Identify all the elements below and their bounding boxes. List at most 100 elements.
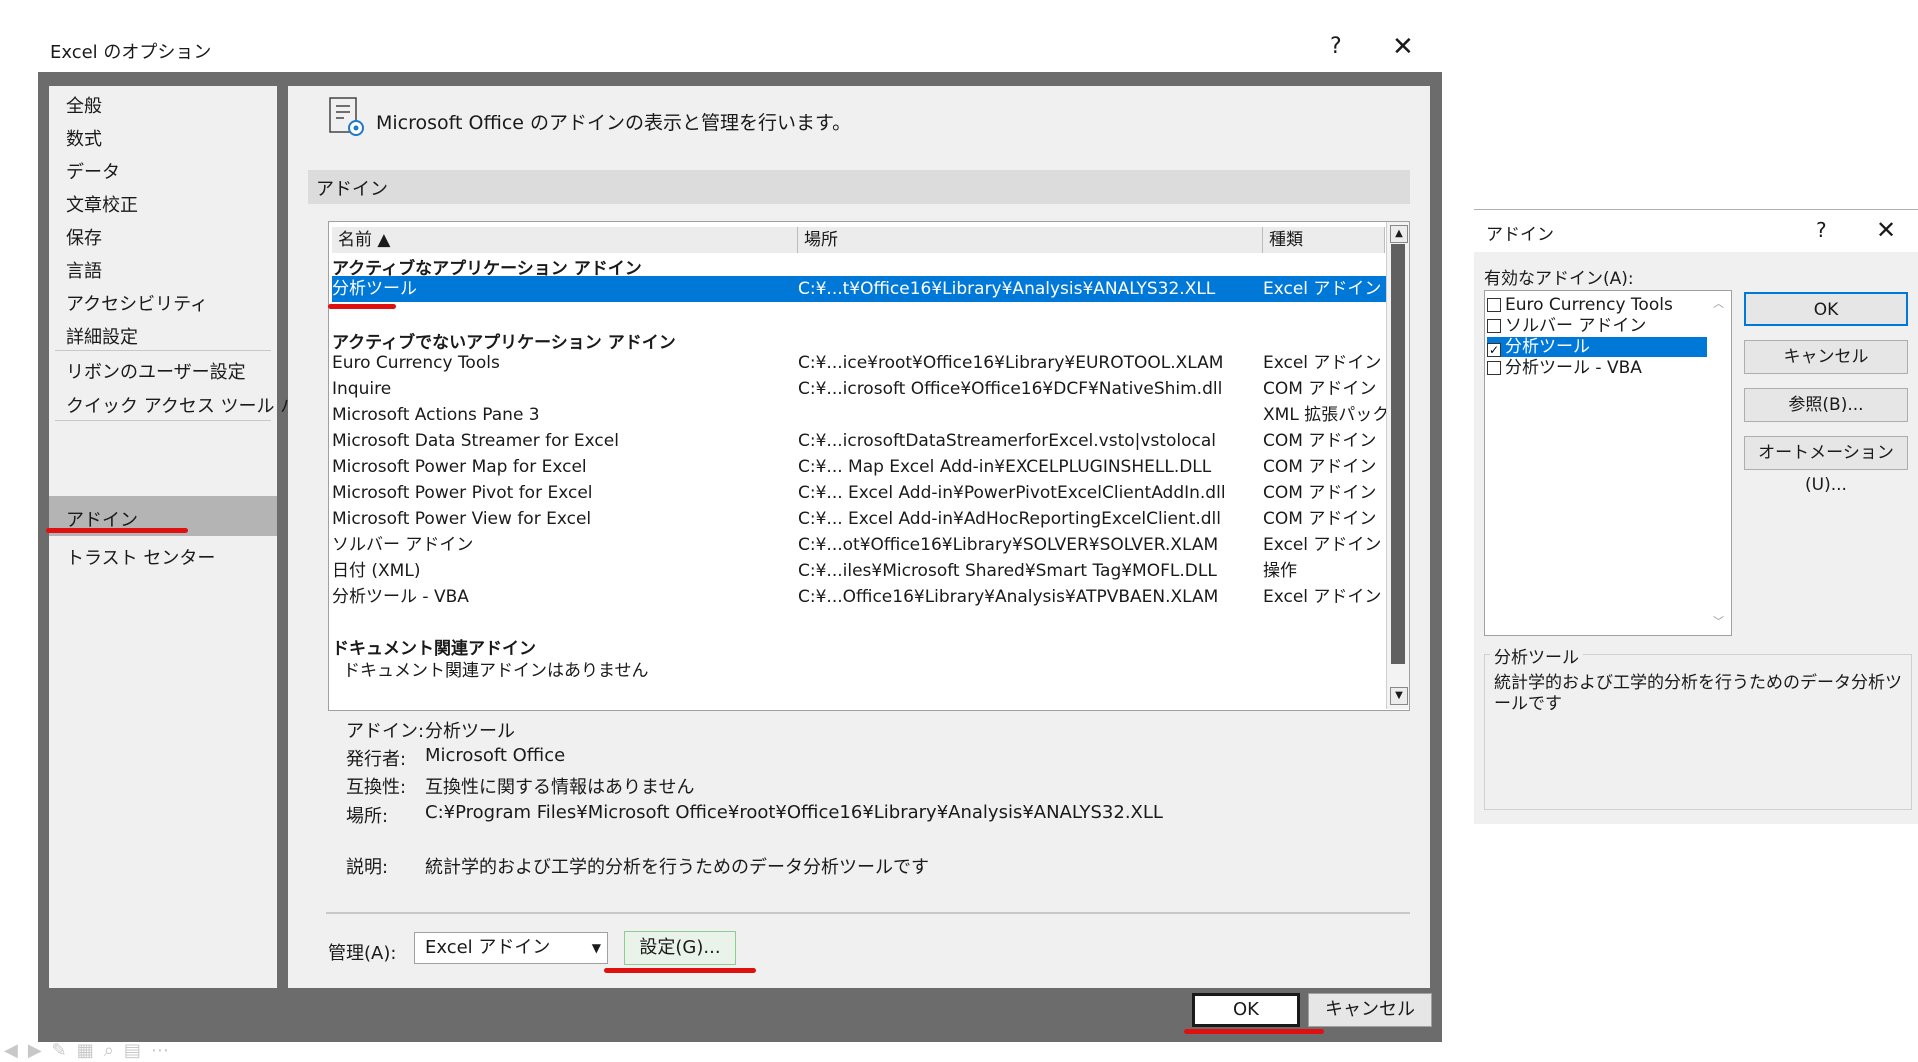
sidebar-item-trust-center[interactable]: トラスト センター bbox=[66, 544, 215, 570]
checkbox[interactable] bbox=[1487, 319, 1501, 333]
cell-type: COM アドイン bbox=[1263, 379, 1377, 399]
cell-location: C:¥...Office16¥Library¥Analysis¥ATPVBAEN… bbox=[798, 587, 1219, 607]
group-header-document: ドキュメント関連アドイン bbox=[332, 639, 536, 659]
cell-name: 分析ツール - VBA bbox=[332, 587, 469, 607]
cell-type: COM アドイン bbox=[1263, 509, 1377, 529]
help-icon[interactable]: ? bbox=[1330, 34, 1342, 59]
detail-publisher-value: Microsoft Office bbox=[425, 745, 566, 766]
cell-name: Microsoft Actions Pane 3 bbox=[332, 405, 540, 425]
cell-location: C:¥...iles¥Microsoft Shared¥Smart Tag¥MO… bbox=[798, 561, 1217, 581]
manage-label: 管理(A): bbox=[328, 943, 397, 964]
detail-addin-value: 分析ツール bbox=[425, 721, 515, 742]
sidebar-item-general[interactable]: 全般 bbox=[66, 92, 102, 118]
sidebar-item-accessibility[interactable]: アクセシビリティ bbox=[66, 290, 208, 316]
cell-name: Microsoft Data Streamer for Excel bbox=[332, 431, 619, 451]
list-item[interactable]: ✓ 分析ツール bbox=[1487, 337, 1707, 357]
addins-dialog-title: アドイン bbox=[1486, 225, 1554, 245]
table-row[interactable]: 分析ツール - VBA C:¥...Office16¥Library¥Analys… bbox=[332, 584, 1386, 610]
sidebar-item-advanced[interactable]: 詳細設定 bbox=[66, 323, 138, 349]
sidebar-item-customize-ribbon[interactable]: リボンのユーザー設定 bbox=[66, 358, 246, 384]
list-item[interactable]: Euro Currency Tools bbox=[1487, 295, 1707, 315]
cell-name: Microsoft Power View for Excel bbox=[332, 509, 592, 529]
description-text: 統計学的および工学的分析を行うためのデータ分析ツールです bbox=[1494, 673, 1902, 714]
vertical-scrollbar[interactable]: ▲ ▼ bbox=[1386, 222, 1409, 709]
document-addins-empty: ドキュメント関連アドインはありません bbox=[343, 661, 649, 681]
checkbox[interactable] bbox=[1487, 361, 1501, 375]
description-title: 分析ツール bbox=[1490, 643, 1583, 668]
cell-name: Euro Currency Tools bbox=[332, 353, 500, 373]
list-item-label: 分析ツール - VBA bbox=[1505, 358, 1642, 378]
detail-location-value: C:¥Program Files¥Microsoft Office¥root¥O… bbox=[425, 802, 1163, 823]
detail-description-value: 統計学的および工学的分析を行うためのデータ分析ツールです bbox=[425, 857, 929, 878]
list-item-label: Euro Currency Tools bbox=[1505, 295, 1673, 315]
table-row[interactable]: Microsoft Power View for Excel C:¥... Exc… bbox=[332, 506, 1386, 532]
list-item-label: 分析ツール bbox=[1505, 337, 1590, 357]
addin-settings-icon bbox=[329, 97, 364, 136]
cell-name: 日付 (XML) bbox=[332, 561, 421, 581]
sidebar-item-language[interactable]: 言語 bbox=[66, 257, 102, 283]
section-title: アドイン bbox=[316, 179, 388, 200]
list-item[interactable]: ソルバー アドイン bbox=[1487, 316, 1707, 336]
table-row[interactable]: Microsoft Power Pivot for Excel C:¥... Ex… bbox=[332, 480, 1386, 506]
cell-type: Excel アドイン bbox=[1263, 587, 1382, 607]
cell-type: COM アドイン bbox=[1263, 483, 1377, 503]
list-item[interactable]: 分析ツール - VBA bbox=[1487, 358, 1707, 378]
scroll-down-icon[interactable]: ▼ bbox=[1390, 687, 1408, 705]
close-icon[interactable]: ✕ bbox=[1392, 32, 1414, 62]
available-addins-list: Euro Currency Tools ソルバー アドイン ✓ 分析ツール 分析ツ… bbox=[1484, 290, 1732, 636]
sidebar-divider bbox=[55, 350, 271, 351]
sidebar-item-proofing[interactable]: 文章校正 bbox=[66, 191, 138, 217]
cell-type: XML 拡張パック bbox=[1263, 405, 1390, 425]
checkbox-checked[interactable]: ✓ bbox=[1487, 343, 1501, 357]
table-row[interactable]: Microsoft Data Streamer for Excel C:¥...i… bbox=[332, 428, 1386, 454]
cell-name: 分析ツール bbox=[332, 279, 417, 299]
table-row[interactable]: Microsoft Power Map for Excel C:¥... Map … bbox=[332, 454, 1386, 480]
cell-location: C:¥...icrosoft Office¥Office16¥DCF¥Nativ… bbox=[798, 379, 1223, 399]
close-icon[interactable]: ✕ bbox=[1876, 216, 1896, 244]
cell-location: C:¥...ot¥Office16¥Library¥SOLVER¥SOLVER.… bbox=[798, 535, 1219, 555]
browse-button[interactable]: 参照(B)... bbox=[1744, 388, 1908, 422]
column-header-name[interactable]: 名前 ▲ bbox=[332, 227, 798, 253]
detail-addin-label: アドイン: bbox=[346, 721, 425, 742]
table-row[interactable]: Euro Currency Tools C:¥...ice¥root¥Office… bbox=[332, 350, 1386, 376]
table-row[interactable]: Inquire C:¥...icrosoft Office¥Office16¥DC… bbox=[332, 376, 1386, 402]
sidebar-item-data[interactable]: データ bbox=[66, 158, 120, 184]
panel-header: Microsoft Office のアドインの表示と管理を行います。 bbox=[376, 112, 852, 134]
automation-button[interactable]: オートメーション(U)... bbox=[1744, 436, 1908, 495]
addins-ok-button[interactable]: OK bbox=[1744, 292, 1908, 326]
sidebar-item-formulas[interactable]: 数式 bbox=[66, 125, 102, 151]
scroll-up-icon[interactable]: ▲ bbox=[1390, 225, 1408, 243]
table-row[interactable]: Microsoft Actions Pane 3 XML 拡張パック bbox=[332, 402, 1390, 428]
column-header-location[interactable]: 場所 bbox=[798, 227, 1263, 253]
addins-cancel-button[interactable]: キャンセル bbox=[1744, 340, 1908, 374]
column-header-type[interactable]: 種類 bbox=[1263, 227, 1385, 253]
table-row[interactable]: ソルバー アドイン C:¥...ot¥Office16¥Library¥SOLVE… bbox=[332, 532, 1386, 558]
checkbox[interactable] bbox=[1487, 298, 1501, 312]
sidebar-item-quick-access-toolbar[interactable]: クイック アクセス ツール バー bbox=[66, 392, 316, 418]
settings-button[interactable]: 設定(G)... bbox=[624, 931, 736, 965]
cell-type: 操作 bbox=[1263, 561, 1297, 581]
table-row[interactable]: 日付 (XML) C:¥...iles¥Microsoft Shared¥Smar… bbox=[332, 558, 1386, 584]
addins-dialog-border bbox=[1474, 209, 1918, 210]
manage-dropdown[interactable]: Excel アドイン ▼ bbox=[414, 932, 608, 964]
detail-compat-value: 互換性に関する情報はありません bbox=[425, 777, 695, 798]
scroll-down-icon[interactable]: ﹀ bbox=[1713, 613, 1724, 629]
cancel-button[interactable]: キャンセル bbox=[1308, 993, 1432, 1027]
annotation-underline bbox=[604, 968, 756, 973]
sidebar-item-save[interactable]: 保存 bbox=[66, 224, 102, 250]
detail-publisher-label: 発行者: bbox=[346, 749, 407, 770]
cell-location: C:¥... Map Excel Add-in¥EXCELPLUGINSHELL… bbox=[798, 457, 1212, 477]
table-row[interactable]: 分析ツール C:¥...t¥Office16¥Library¥Analysis¥… bbox=[332, 276, 1386, 302]
help-icon[interactable]: ? bbox=[1816, 218, 1827, 242]
chevron-down-icon: ▼ bbox=[591, 941, 601, 955]
bottom-divider bbox=[326, 912, 1410, 914]
scroll-up-icon[interactable]: ︿ bbox=[1713, 295, 1724, 311]
cell-type: COM アドイン bbox=[1263, 431, 1377, 451]
cell-location: C:¥...t¥Office16¥Library¥Analysis¥ANALYS… bbox=[798, 279, 1216, 299]
cell-name: Microsoft Power Map for Excel bbox=[332, 457, 587, 477]
cell-type: Excel アドイン bbox=[1263, 535, 1382, 555]
detail-compat-label: 互換性: bbox=[346, 777, 407, 798]
detail-description-label: 説明: bbox=[346, 857, 389, 878]
scrollbar-thumb[interactable] bbox=[1391, 244, 1405, 664]
ok-button[interactable]: OK bbox=[1192, 993, 1300, 1027]
